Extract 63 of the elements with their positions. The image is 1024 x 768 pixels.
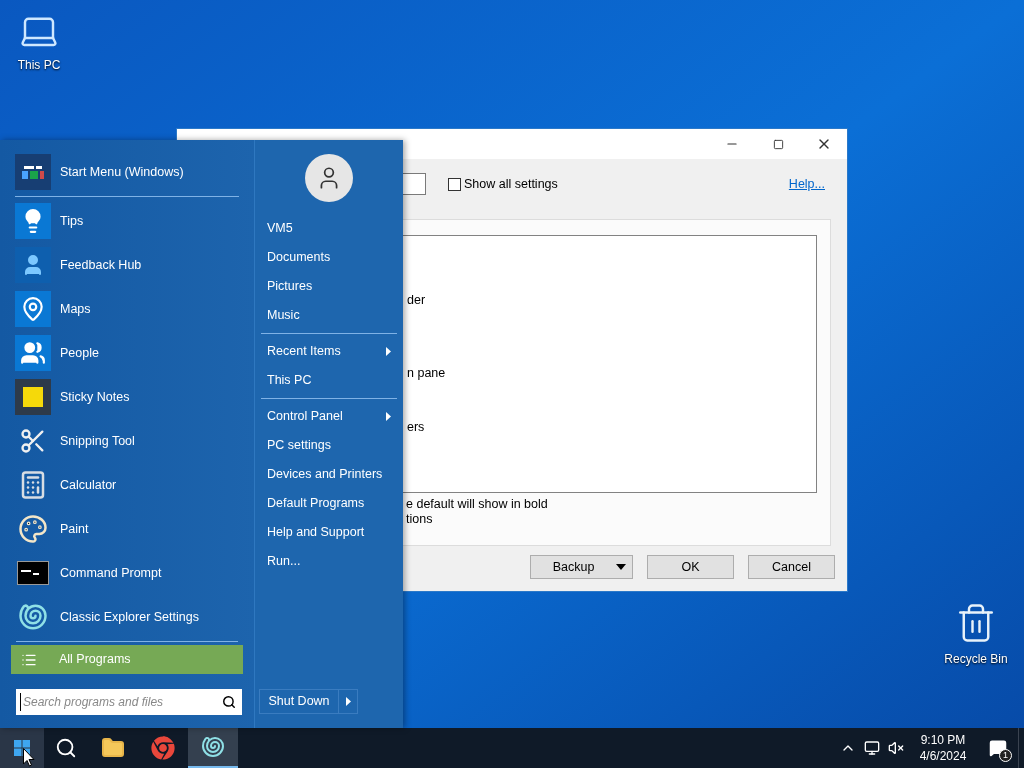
program-item[interactable]: Calculator xyxy=(0,463,254,507)
submenu-arrow-icon xyxy=(386,347,391,356)
seashell-icon xyxy=(201,735,225,759)
menu-item[interactable]: Help and Support xyxy=(255,518,403,547)
menu-item[interactable]: Documents xyxy=(255,243,403,272)
person-icon xyxy=(15,247,51,283)
clock-date[interactable]: 4/6/2024 xyxy=(919,748,967,764)
network-icon[interactable] xyxy=(864,740,880,756)
backup-button[interactable]: Backup xyxy=(530,555,633,579)
submenu-arrow-icon xyxy=(386,412,391,421)
menu-item[interactable]: Control Panel xyxy=(255,402,403,431)
menu-item[interactable]: Run... xyxy=(255,547,403,576)
menu-item[interactable]: Music xyxy=(255,301,403,330)
taskbar-button[interactable] xyxy=(188,728,238,768)
lightbulb-icon xyxy=(15,203,51,239)
map-pin-icon xyxy=(15,291,51,327)
chrome-icon xyxy=(151,736,175,760)
mouse-cursor-icon xyxy=(23,748,35,767)
desktop-icon-label[interactable]: Recycle Bin xyxy=(944,650,1008,668)
dialog-button[interactable]: OK xyxy=(647,555,734,579)
maximize-icon xyxy=(772,138,784,150)
menu-item[interactable]: This PC xyxy=(255,366,403,395)
program-item[interactable]: Paint xyxy=(0,507,254,551)
shut-down-options-button[interactable] xyxy=(339,689,358,714)
program-item[interactable]: Maps xyxy=(0,287,254,331)
caret-icon xyxy=(616,564,626,570)
menu-item[interactable]: Pictures xyxy=(255,272,403,301)
windows-logo-icon xyxy=(14,740,30,756)
notification-button[interactable]: 1 xyxy=(978,728,1018,768)
people-icon xyxy=(15,335,51,371)
menu-item[interactable]: Recent Items xyxy=(255,337,403,366)
program-item[interactable]: Command Prompt xyxy=(0,551,254,595)
start-button[interactable] xyxy=(0,728,44,768)
program-item[interactable]: People xyxy=(0,331,254,375)
arrow-icon xyxy=(345,697,351,706)
checkbox-label[interactable]: Show all settings xyxy=(464,174,558,194)
desktop-icon-label[interactable]: This PC xyxy=(17,56,61,74)
menu-item[interactable]: PC settings xyxy=(255,431,403,460)
note-text: tions xyxy=(406,512,434,527)
menu-item[interactable]: Default Programs xyxy=(255,489,403,518)
start-menu-icon xyxy=(15,154,51,190)
program-item[interactable]: Sticky Notes xyxy=(0,375,254,419)
user-avatar[interactable] xyxy=(305,154,353,202)
program-item[interactable]: Classic Explorer Settings xyxy=(0,595,254,639)
program-item[interactable]: Feedback Hub xyxy=(0,243,254,287)
search-icon xyxy=(55,737,77,759)
checkbox[interactable] xyxy=(448,177,461,191)
search-field[interactable]: Search programs and files xyxy=(16,689,242,715)
search-icon xyxy=(222,695,236,709)
help-link[interactable]: Help... xyxy=(788,174,825,194)
notification-badge: 1 xyxy=(999,749,1012,762)
dialog-button[interactable]: Cancel xyxy=(748,555,835,579)
program-item[interactable]: Start Menu (Windows) xyxy=(0,150,254,194)
menu-item[interactable]: Devices and Printers xyxy=(255,460,403,489)
clock-time[interactable]: 9:10 PM xyxy=(920,732,966,748)
shut-down-button[interactable]: Shut Down xyxy=(259,689,339,714)
menu-item[interactable]: VM5 xyxy=(255,214,403,243)
folder-icon xyxy=(101,736,125,760)
program-item[interactable]: Snipping Tool xyxy=(0,419,254,463)
note-text: e default will show in bold xyxy=(406,497,549,512)
volume-muted-icon[interactable] xyxy=(888,740,904,756)
sticky-note-icon xyxy=(15,379,51,415)
program-item[interactable]: Tips xyxy=(0,199,254,243)
